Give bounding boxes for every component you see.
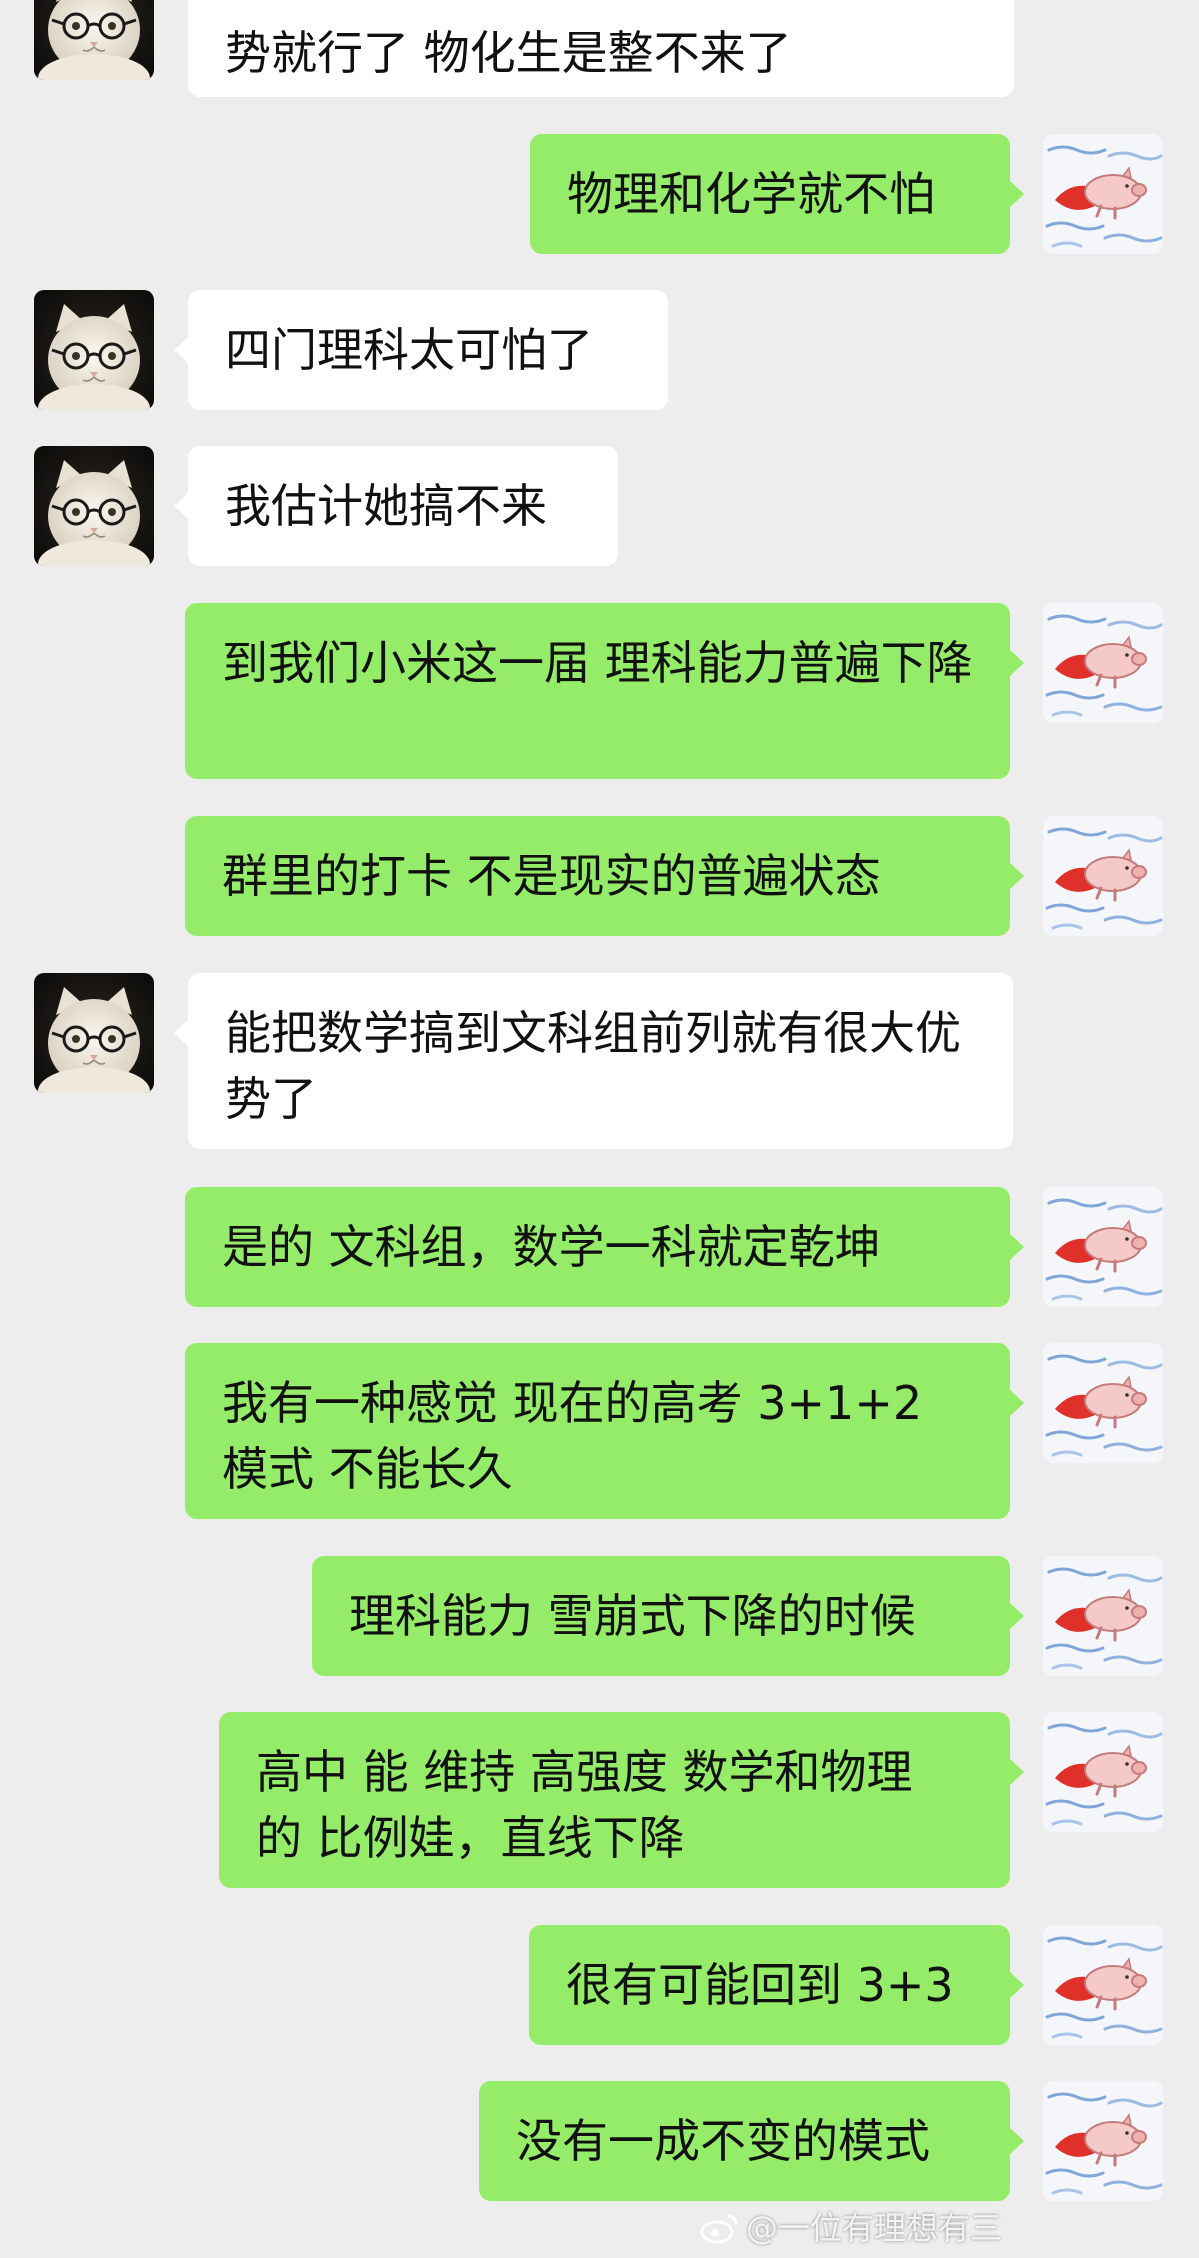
flying-pig-avatar bbox=[1043, 1556, 1163, 1676]
chat-message-list[interactable]: 势就行了 物化生是整不来了 物理和化学就不怕 四门理科太可怕了 我估计她搞不来 … bbox=[0, 0, 1199, 2258]
my-avatar[interactable] bbox=[1043, 603, 1163, 723]
message-bubble[interactable]: 势就行了 物化生是整不来了 bbox=[188, 0, 1014, 97]
my-avatar[interactable] bbox=[1043, 1556, 1163, 1676]
contact-avatar[interactable] bbox=[34, 0, 154, 80]
my-avatar[interactable] bbox=[1043, 134, 1163, 254]
watermark: @一位有理想有三 bbox=[700, 2208, 1002, 2248]
flying-pig-avatar bbox=[1043, 1343, 1163, 1463]
message-bubble[interactable]: 我有一种感觉 现在的高考 3+1+2 模式 不能长久 bbox=[185, 1343, 1024, 1519]
weibo-icon bbox=[700, 2214, 738, 2244]
message-bubble[interactable]: 我估计她搞不来 bbox=[174, 446, 618, 566]
cat-with-glasses-avatar bbox=[34, 446, 154, 566]
message-bubble[interactable]: 很有可能回到 3+3 bbox=[529, 1925, 1024, 2045]
watermark-text: @一位有理想有三 bbox=[746, 2209, 1003, 2247]
message-bubble[interactable]: 群里的打卡 不是现实的普遍状态 bbox=[185, 816, 1024, 936]
flying-pig-avatar bbox=[1043, 1712, 1163, 1832]
flying-pig-avatar bbox=[1043, 1187, 1163, 1307]
flying-pig-avatar bbox=[1043, 816, 1163, 936]
message-bubble[interactable]: 到我们小米这一届 理科能力普遍下降 bbox=[185, 603, 1024, 779]
message-bubble[interactable]: 理科能力 雪崩式下降的时候 bbox=[312, 1556, 1024, 1676]
contact-avatar[interactable] bbox=[34, 290, 154, 410]
message-bubble[interactable]: 没有一成不变的模式 bbox=[479, 2081, 1024, 2201]
cat-with-glasses-avatar bbox=[34, 973, 154, 1093]
my-avatar[interactable] bbox=[1043, 1712, 1163, 1832]
contact-avatar[interactable] bbox=[34, 973, 154, 1093]
message-bubble[interactable]: 能把数学搞到文科组前列就有很大优势了 bbox=[174, 973, 1013, 1149]
flying-pig-avatar bbox=[1043, 603, 1163, 723]
message-bubble[interactable]: 高中 能 维持 高强度 数学和物理 的 比例娃，直线下降 bbox=[219, 1712, 1024, 1888]
message-bubble[interactable]: 是的 文科组，数学一科就定乾坤 bbox=[185, 1187, 1024, 1307]
my-avatar[interactable] bbox=[1043, 1925, 1163, 2045]
my-avatar[interactable] bbox=[1043, 2081, 1163, 2201]
contact-avatar[interactable] bbox=[34, 446, 154, 566]
cat-with-glasses-avatar bbox=[34, 290, 154, 410]
message-bubble[interactable]: 物理和化学就不怕 bbox=[530, 134, 1024, 254]
cat-with-glasses-avatar bbox=[34, 0, 154, 80]
my-avatar[interactable] bbox=[1043, 1187, 1163, 1307]
flying-pig-avatar bbox=[1043, 134, 1163, 254]
message-bubble[interactable]: 四门理科太可怕了 bbox=[174, 290, 668, 410]
flying-pig-avatar bbox=[1043, 1925, 1163, 2045]
my-avatar[interactable] bbox=[1043, 816, 1163, 936]
flying-pig-avatar bbox=[1043, 2081, 1163, 2201]
my-avatar[interactable] bbox=[1043, 1343, 1163, 1463]
